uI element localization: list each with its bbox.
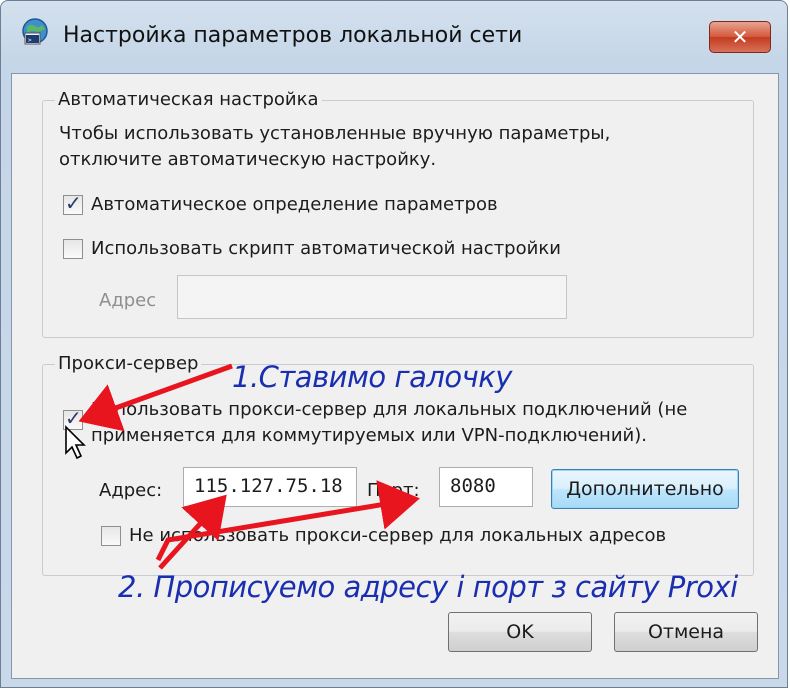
script-address-input[interactable]	[177, 275, 567, 319]
bypass-local-label[interactable]: Не использовать прокси-сервер для локаль…	[129, 525, 666, 546]
proxy-group: Прокси-сервер ✓ Использовать прокси-серв…	[42, 353, 754, 576]
window-title: Настройка параметров локальной сети	[63, 23, 523, 48]
use-script-checkbox[interactable]	[63, 239, 83, 259]
auto-config-description-line1: Чтобы использовать установленные вручную…	[59, 123, 611, 144]
use-proxy-label-line1[interactable]: Использовать прокси-сервер для локальных…	[91, 399, 687, 420]
auto-config-group: Автоматическая настройка Чтобы использов…	[42, 89, 754, 338]
proxy-legend: Прокси-сервер	[55, 353, 202, 374]
mouse-cursor-icon	[64, 425, 88, 465]
proxy-address-input[interactable]: 115.127.75.18	[183, 467, 357, 507]
bypass-local-checkbox[interactable]	[101, 526, 121, 546]
annotation-step1: 1.Ставимо галочку	[232, 360, 512, 394]
checkmark-icon: ✓	[65, 191, 82, 215]
proxy-port-label: Порт:	[367, 480, 420, 501]
script-address-label: Адрес	[99, 290, 157, 311]
auto-detect-checkbox[interactable]: ✓	[63, 191, 83, 215]
auto-detect-label[interactable]: Автоматическое определение параметров	[91, 194, 498, 215]
proxy-address-label: Адрес:	[99, 480, 163, 501]
advanced-button[interactable]: Дополнительно	[551, 469, 739, 509]
use-script-label[interactable]: Использовать скрипт автоматической настр…	[91, 238, 561, 259]
auto-config-legend: Автоматическая настройка	[55, 89, 322, 110]
network-settings-icon: >_	[21, 17, 51, 47]
annotation-step2: 2. Прописуемо адресу і порт з сайту Prox…	[118, 570, 738, 604]
svg-text:>_: >_	[28, 37, 36, 44]
title-bar[interactable]: >_ Настройка параметров локальной сети ✕	[1, 1, 787, 73]
ok-button[interactable]: OK	[448, 612, 592, 652]
use-proxy-label-line2[interactable]: применяется для коммутируемых или VPN-по…	[91, 425, 647, 446]
close-button[interactable]: ✕	[709, 21, 771, 53]
close-icon: ✕	[731, 25, 749, 49]
proxy-port-input[interactable]: 8080	[439, 467, 533, 507]
auto-config-description-line2: отключите автоматическую настройку.	[59, 149, 437, 170]
cancel-button[interactable]: Отмена	[614, 612, 758, 652]
